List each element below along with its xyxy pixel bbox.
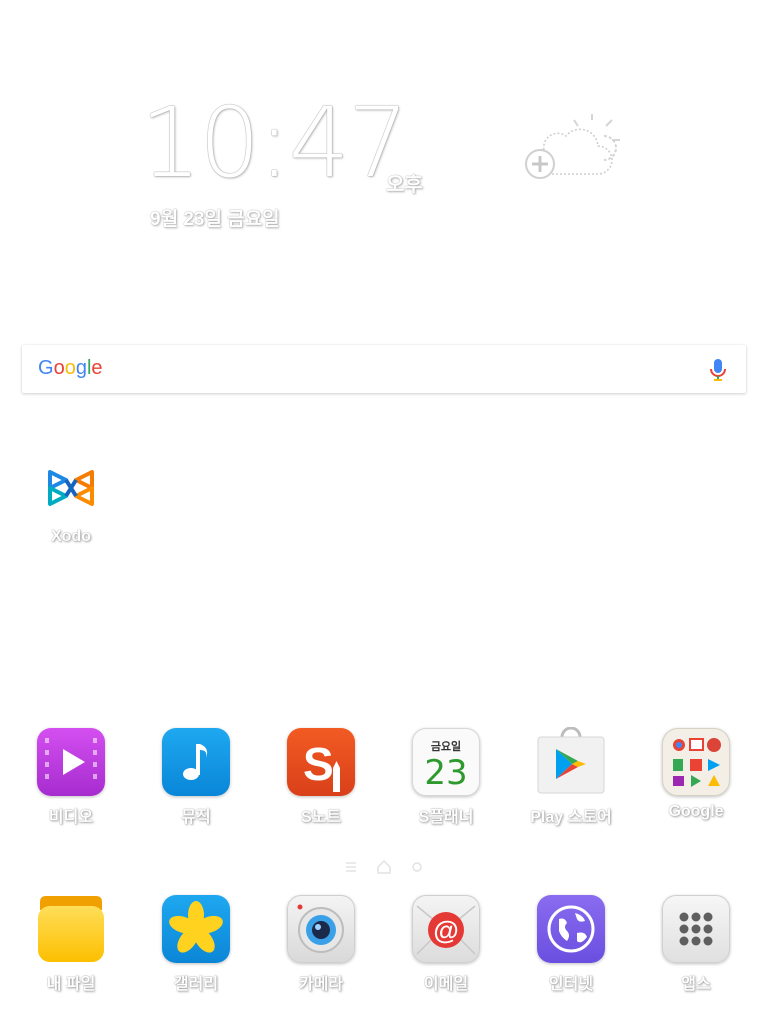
google-folder-icon	[662, 728, 730, 796]
app-gallery[interactable]: 갤러리	[141, 894, 251, 994]
calendar-icon: 금요일 23	[412, 728, 480, 796]
app-label: Google	[668, 803, 724, 820]
camera-lens-icon	[287, 895, 355, 963]
email-at-icon: @	[412, 895, 480, 963]
video-play-icon	[37, 728, 105, 796]
app-label: S노트	[300, 809, 342, 826]
app-splanner[interactable]: 금요일 23 S플래너	[391, 727, 501, 827]
app-label: 이메일	[423, 976, 469, 993]
weather-add-icon[interactable]	[520, 112, 624, 184]
globe-icon	[537, 895, 605, 963]
clock-time[interactable]: 10:47	[140, 95, 409, 191]
clock-date: 9월 23일 금요일	[150, 209, 280, 230]
calendar-date: 23	[424, 753, 468, 793]
app-video[interactable]: 비디오	[16, 727, 126, 827]
calendar-day: 금요일	[430, 741, 462, 753]
app-music[interactable]: 뮤직	[141, 727, 251, 827]
google-search-bar[interactable]: Google	[22, 345, 746, 393]
app-apps-drawer[interactable]: 앱스	[641, 894, 751, 994]
google-logo: Google	[38, 357, 103, 379]
app-email[interactable]: @ 이메일	[391, 894, 501, 994]
xodo-logo-icon	[36, 452, 106, 522]
app-label: 인터넷	[548, 976, 594, 993]
app-label: 뮤직	[181, 809, 211, 826]
app-label: 앱스	[681, 976, 711, 993]
app-my-files[interactable]: 내 파일	[16, 894, 126, 994]
app-snote[interactable]: S S노트	[266, 727, 376, 827]
app-play-store[interactable]: Play 스토어	[516, 726, 626, 827]
page-indicator	[340, 858, 430, 876]
app-label: Play 스토어	[530, 809, 612, 826]
app-google-folder[interactable]: Google	[641, 727, 751, 821]
snote-pen-icon: S	[287, 728, 355, 796]
microphone-icon[interactable]	[708, 358, 728, 382]
xodo-label: Xodo	[51, 528, 91, 545]
xodo-app-icon[interactable]: Xodo	[16, 452, 126, 546]
app-camera[interactable]: 카메라	[266, 894, 376, 994]
svg-text:S: S	[303, 738, 334, 790]
folder-icon	[36, 894, 106, 964]
play-store-icon	[536, 726, 606, 797]
app-label: S플래너	[418, 809, 474, 826]
music-note-icon	[162, 728, 230, 796]
apps-grid-icon	[662, 895, 730, 963]
app-label: 내 파일	[46, 976, 96, 993]
app-label: 갤러리	[173, 976, 219, 993]
clock-ampm: 오후	[386, 174, 423, 196]
app-internet[interactable]: 인터넷	[516, 894, 626, 994]
svg-text:@: @	[433, 915, 458, 945]
gallery-flower-icon	[162, 895, 230, 963]
app-label: 카메라	[298, 976, 344, 993]
app-label: 비디오	[48, 809, 94, 826]
